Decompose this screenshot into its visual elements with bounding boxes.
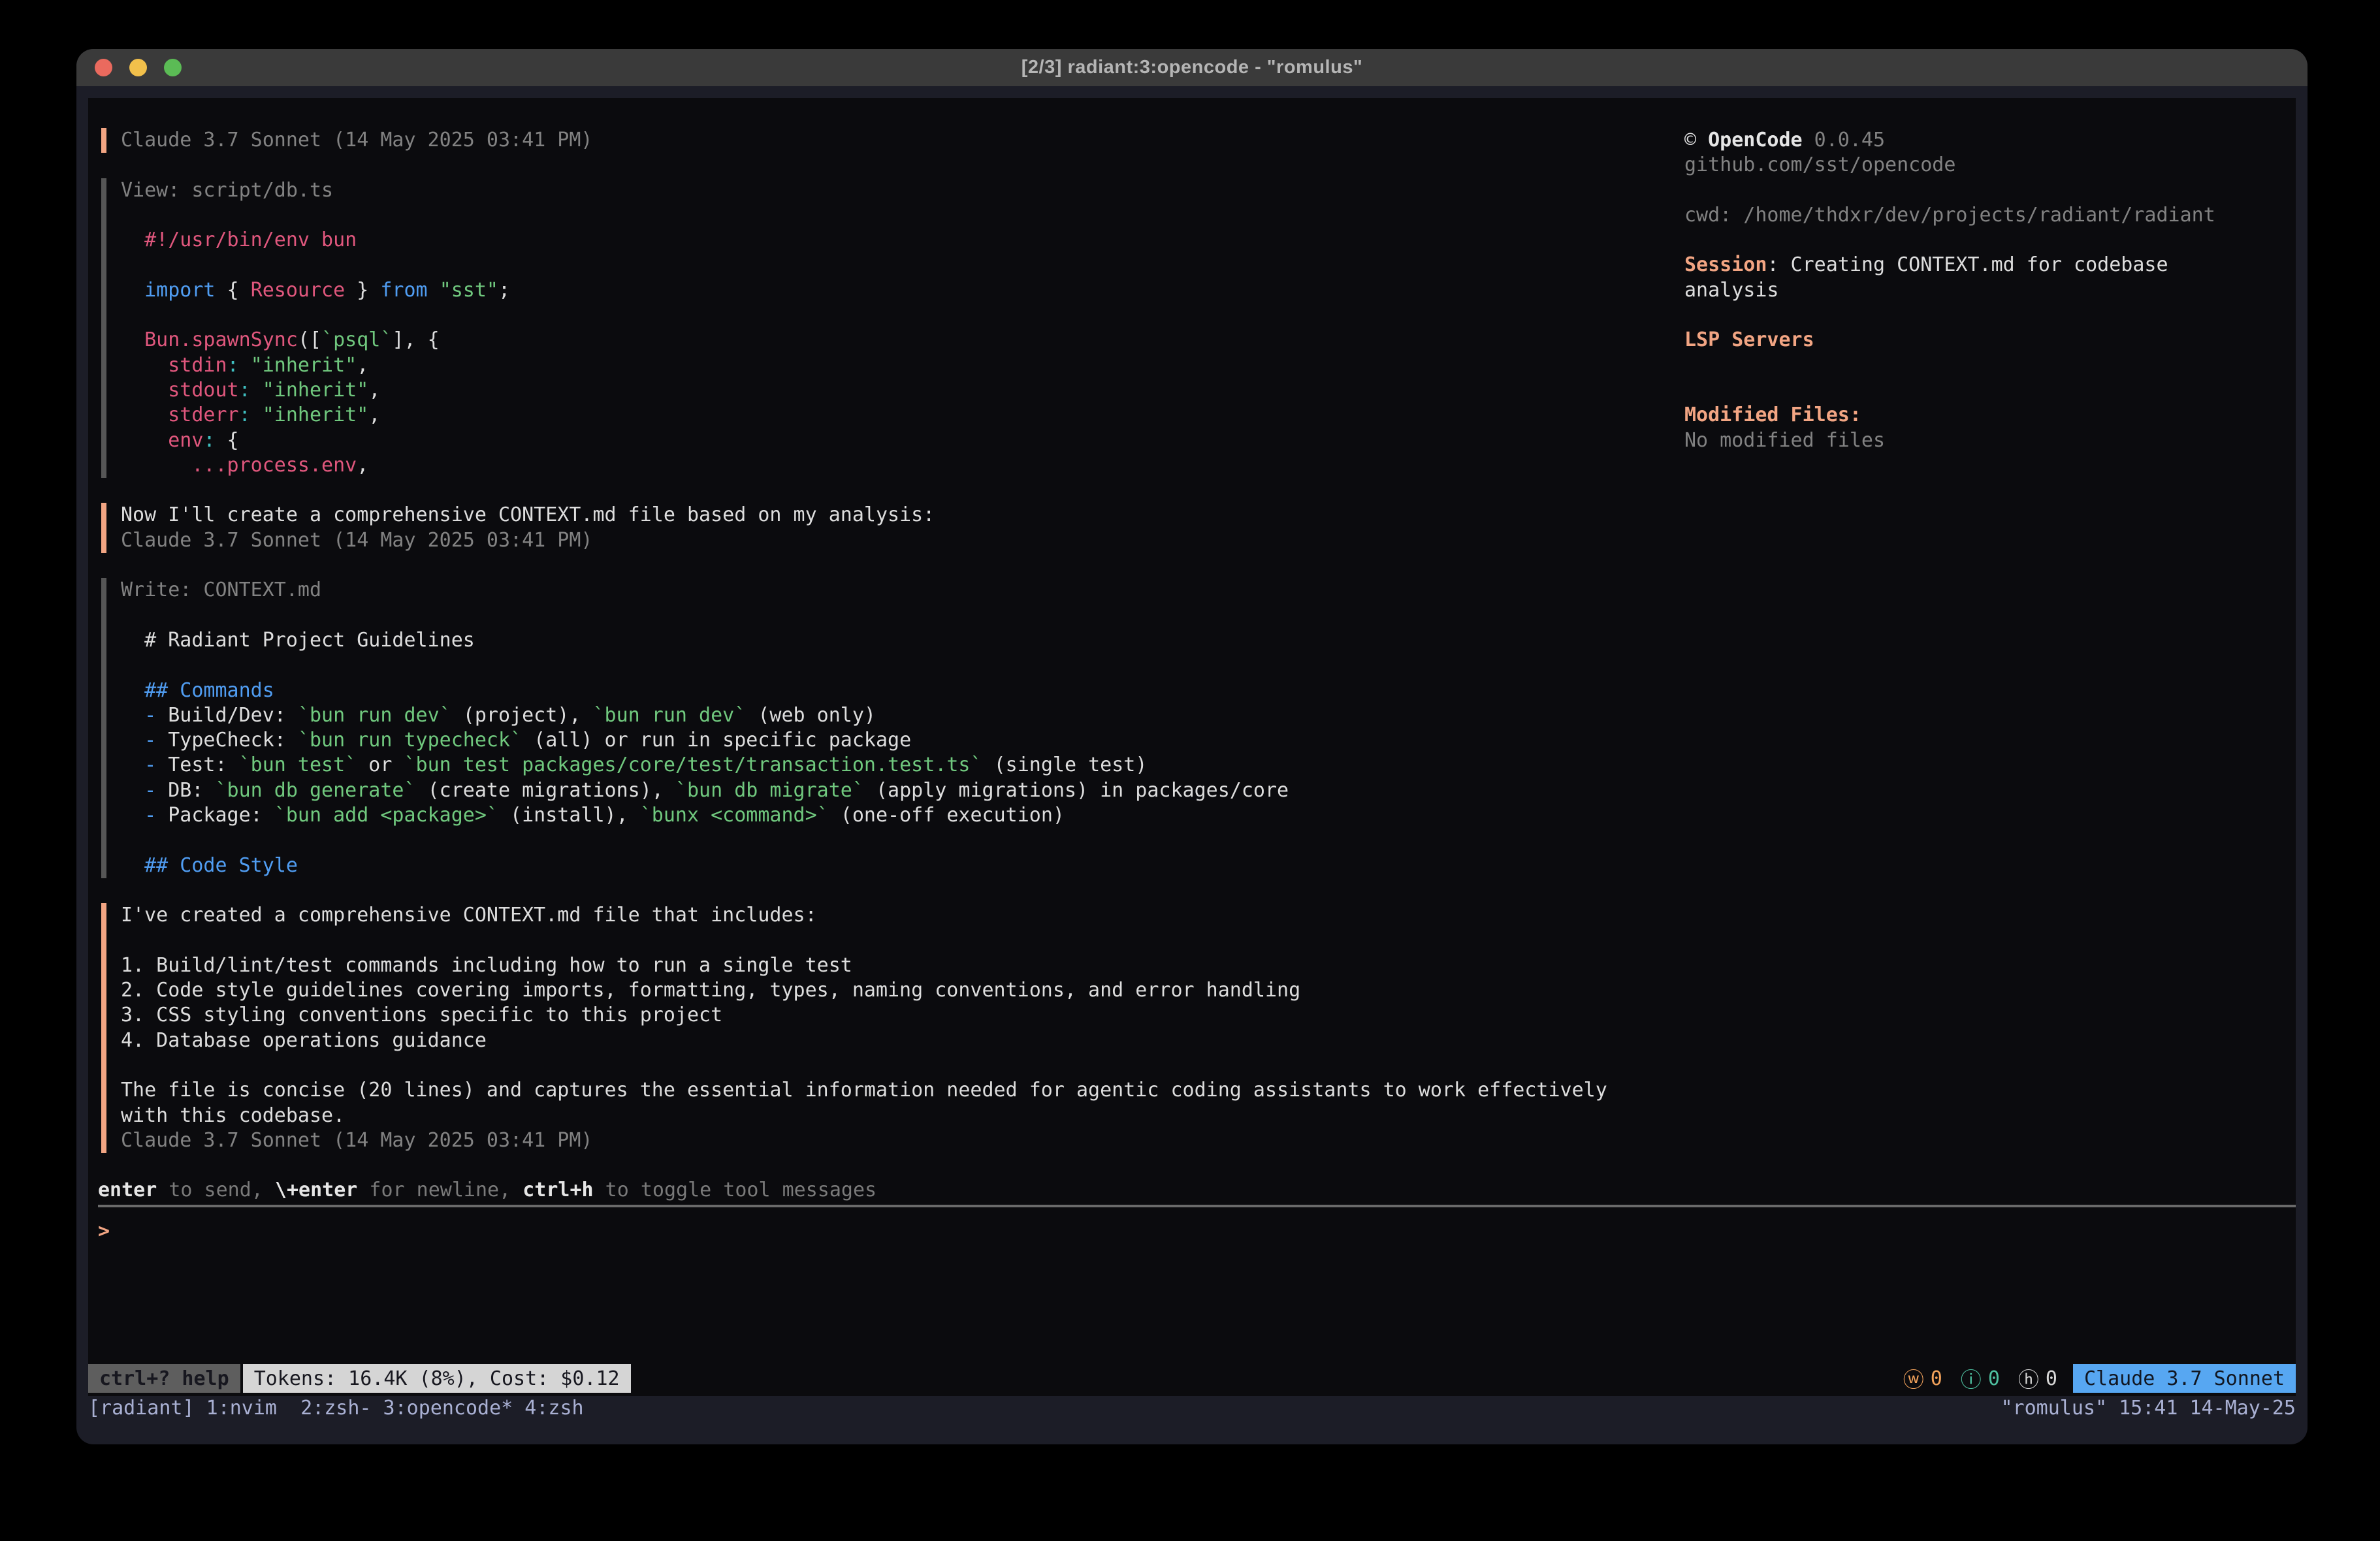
terminal-line: - Package: `bun add <package>` (install)…	[121, 803, 2296, 828]
terminal-line: Write: CONTEXT.md	[121, 578, 2296, 603]
tmux-session-clock: "romulus" 15:41 14-May-25	[2001, 1396, 2296, 1421]
terminal-line: © OpenCode 0.0.45	[1684, 128, 2296, 153]
zoom-button[interactable]	[164, 59, 182, 76]
terminal-line	[121, 929, 2296, 953]
terminal-line: Claude 3.7 Sonnet (14 May 2025 03:41 PM)	[121, 1128, 2296, 1153]
prompt-input[interactable]	[110, 1219, 2296, 1244]
terminal-line	[1684, 228, 2296, 253]
terminal-line: Session: Creating CONTEXT.md for codebas…	[1684, 253, 2296, 278]
terminal-line	[1684, 178, 2296, 203]
warning-icon: ⓦ	[1903, 1363, 1924, 1393]
terminal-line: with this codebase.	[121, 1104, 2296, 1128]
terminal-line	[121, 653, 2296, 678]
terminal-line: 3. CSS styling conventions specific to t…	[121, 1003, 2296, 1028]
opencode-status-bar: ctrl+? help Tokens: 16.4K (8%), Cost: $0…	[88, 1364, 2296, 1393]
tmux-window-list: [radiant] 1:nvim 2:zsh- 3:opencode* 4:zs…	[88, 1396, 584, 1421]
hint-icon: ⓗ	[2018, 1363, 2039, 1393]
terminal-line: ## Code Style	[121, 853, 2296, 878]
terminal-line: analysis	[1684, 278, 2296, 303]
terminal-line: cwd: /home/thdxr/dev/projects/radiant/ra…	[1684, 203, 2296, 228]
tmux-status-bar: [radiant] 1:nvim 2:zsh- 3:opencode* 4:zs…	[88, 1396, 2296, 1421]
traffic-lights	[95, 49, 182, 86]
window-title: [2/3] radiant:3:opencode - "romulus"	[1021, 57, 1362, 78]
terminal-line: Claude 3.7 Sonnet (14 May 2025 03:41 PM)	[121, 528, 2296, 553]
terminal-line: - DB: `bun db generate` (create migratio…	[121, 778, 2296, 803]
input-hints: enter to send, \+enter for newline, ctrl…	[98, 1178, 2296, 1203]
terminal-line: - Test: `bun test` or `bun test packages…	[121, 753, 2296, 778]
prompt-marker: >	[98, 1219, 110, 1244]
tokens-cost-chip: Tokens: 16.4K (8%), Cost: $0.12	[243, 1364, 631, 1393]
tool-output-write-context-md: Write: CONTEXT.md # Radiant Project Guid…	[101, 578, 2296, 878]
terminal-line	[1684, 303, 2296, 328]
terminal-line: Now I'll create a comprehensive CONTEXT.…	[121, 503, 2296, 528]
help-shortcut-chip[interactable]: ctrl+? help	[88, 1364, 240, 1393]
terminal-line: I've created a comprehensive CONTEXT.md …	[121, 903, 2296, 928]
model-chip[interactable]: Claude 3.7 Sonnet	[2073, 1364, 2296, 1393]
minimize-button[interactable]	[129, 59, 147, 76]
session-sidebar: © OpenCode 0.0.45github.com/sst/opencode…	[1684, 128, 2296, 453]
terminal-line	[1684, 378, 2296, 403]
terminal-line: - TypeCheck: `bun run typecheck` (all) o…	[121, 728, 2296, 753]
info-icon: ⓘ	[1961, 1363, 1982, 1393]
diagnostic-counters: ⓦ 0 ⓘ 0 ⓗ 0	[1894, 1364, 2057, 1393]
terminal-line: The file is concise (20 lines) and captu…	[121, 1078, 2296, 1103]
terminal-line: 1. Build/lint/test commands including ho…	[121, 953, 2296, 978]
terminal-line: Modified Files:	[1684, 403, 2296, 428]
assistant-message-summary: I've created a comprehensive CONTEXT.md …	[101, 903, 2296, 1153]
close-button[interactable]	[95, 59, 112, 76]
terminal-line: github.com/sst/opencode	[1684, 153, 2296, 178]
info-count: 0	[1988, 1367, 2000, 1390]
terminal-line: - Build/Dev: `bun run dev` (project), `b…	[121, 703, 2296, 728]
input-divider	[98, 1205, 2296, 1207]
terminal-line: LSP Servers	[1684, 328, 2296, 353]
terminal-window: [2/3] radiant:3:opencode - "romulus" Cla…	[76, 49, 2308, 1444]
terminal-line: ## Commands	[121, 678, 2296, 703]
prompt-line: >	[98, 1219, 2296, 1244]
window-titlebar: [2/3] radiant:3:opencode - "romulus"	[76, 49, 2308, 86]
opencode-tui: Claude 3.7 Sonnet (14 May 2025 03:41 PM)…	[88, 98, 2296, 1396]
assistant-message: Now I'll create a comprehensive CONTEXT.…	[101, 503, 2296, 553]
terminal-line	[121, 603, 2296, 628]
terminal-line: 4. Database operations guidance	[121, 1028, 2296, 1053]
terminal-line: No modified files	[1684, 428, 2296, 453]
hint-count: 0	[2046, 1367, 2057, 1390]
terminal-line	[121, 1053, 2296, 1078]
terminal-line: # Radiant Project Guidelines	[121, 628, 2296, 653]
terminal-line: 2. Code style guidelines covering import…	[121, 978, 2296, 1003]
terminal-line: ...process.env,	[121, 453, 2296, 478]
terminal-line: enter to send, \+enter for newline, ctrl…	[98, 1178, 2296, 1203]
terminal-line	[1684, 353, 2296, 378]
terminal-line	[121, 828, 2296, 853]
warning-count: 0	[1931, 1367, 1942, 1390]
